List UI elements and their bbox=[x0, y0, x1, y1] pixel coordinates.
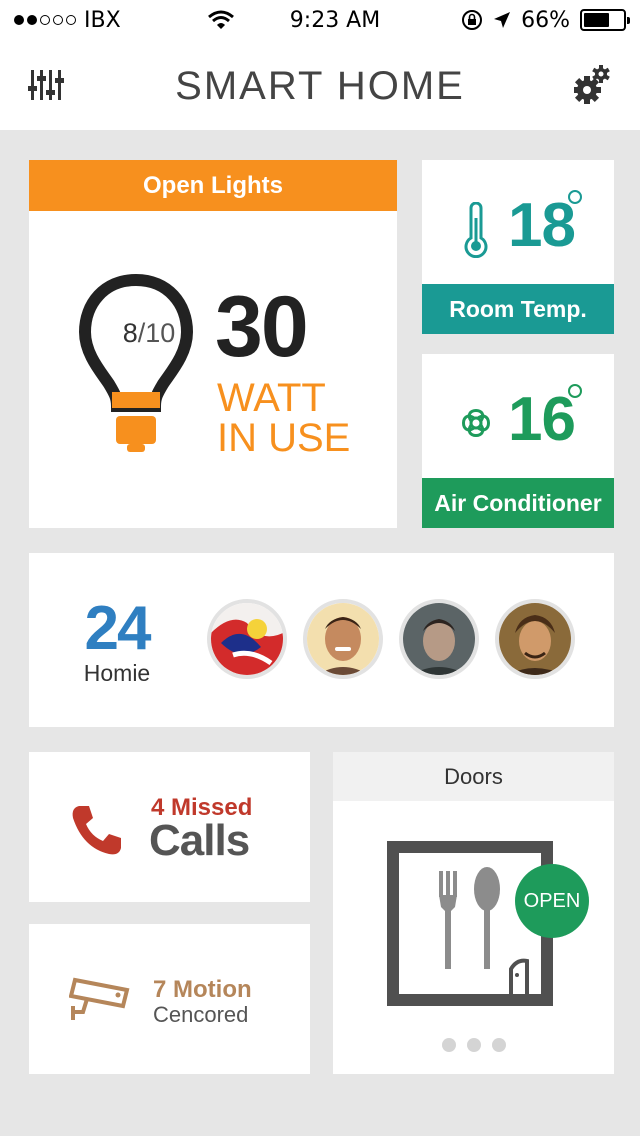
watt-unit-line2: IN USE bbox=[217, 416, 351, 460]
light-ratio: 8/10 bbox=[109, 318, 189, 349]
settings-button[interactable] bbox=[573, 64, 614, 104]
lights-card[interactable]: Open Lights 8/10 30 WATT IN USE bbox=[29, 160, 397, 528]
status-time: 9:23 AM bbox=[289, 7, 381, 33]
lights-total: /10 bbox=[137, 318, 176, 348]
avatar[interactable] bbox=[207, 599, 287, 679]
avatar-image-4 bbox=[499, 603, 571, 675]
security-camera-icon bbox=[69, 977, 130, 1020]
room-temp-card[interactable]: 18 Room Temp. bbox=[422, 160, 614, 334]
homie-count: 24 bbox=[84, 594, 152, 663]
degree-icon bbox=[568, 384, 582, 398]
missed-calls-card[interactable]: 4 Missed Calls bbox=[29, 752, 310, 902]
doors-card[interactable]: Doors OPEN bbox=[333, 752, 614, 1074]
battery-percent: 66% bbox=[521, 7, 570, 33]
avatar-image-1 bbox=[211, 603, 283, 675]
light-bulb-icon bbox=[79, 273, 193, 452]
watt-unit: WATT IN USE bbox=[217, 378, 367, 458]
status-bar: IBX 9:23 AM 66% bbox=[0, 0, 640, 40]
page-indicator[interactable] bbox=[333, 1038, 614, 1052]
page-dot[interactable] bbox=[441, 1038, 456, 1052]
fan-icon bbox=[462, 409, 490, 437]
homie-card[interactable]: 24 Homie bbox=[29, 553, 614, 727]
phone-icon bbox=[72, 806, 121, 855]
air-conditioner-label: Air Conditioner bbox=[422, 478, 614, 528]
motion-label: Cencored bbox=[153, 1002, 249, 1027]
air-conditioner-card[interactable]: 16 Air Conditioner bbox=[422, 354, 614, 528]
page-dot[interactable] bbox=[491, 1038, 506, 1052]
watt-unit-line1: WATT bbox=[217, 376, 326, 420]
avatar[interactable] bbox=[495, 599, 575, 679]
status-left: IBX bbox=[14, 8, 244, 33]
rotation-lock-icon bbox=[462, 10, 483, 30]
avatar-image-3 bbox=[403, 603, 475, 675]
avatar[interactable] bbox=[303, 599, 383, 679]
avatar-image-2 bbox=[307, 603, 379, 675]
page-dot[interactable] bbox=[466, 1038, 481, 1052]
avatar[interactable] bbox=[399, 599, 479, 679]
doors-title: Doors bbox=[333, 752, 614, 801]
lights-card-title: Open Lights bbox=[29, 160, 397, 211]
motion-card[interactable]: 7 Motion Cencored bbox=[29, 924, 310, 1074]
missed-calls-label: Calls bbox=[149, 816, 250, 865]
thermometer-icon bbox=[464, 202, 488, 258]
status-right: 66% bbox=[426, 7, 630, 33]
wifi-icon bbox=[207, 10, 234, 29]
app-header: SMART HOME bbox=[0, 40, 640, 130]
carrier-name: IBX bbox=[84, 7, 121, 33]
air-temp-value: 16 bbox=[508, 385, 576, 454]
motion-count: 7 Motion bbox=[153, 976, 252, 1003]
signal-strength-icon bbox=[14, 15, 76, 25]
degree-icon bbox=[568, 190, 582, 204]
room-temp-label: Room Temp. bbox=[422, 284, 614, 334]
lights-on-count: 8 bbox=[122, 318, 138, 348]
homie-label: Homie bbox=[83, 660, 151, 686]
gear-icon bbox=[573, 65, 610, 104]
page-title: SMART HOME bbox=[175, 64, 465, 108]
watt-value: 30 bbox=[215, 279, 309, 375]
location-arrow-icon bbox=[494, 12, 511, 28]
battery-icon bbox=[580, 9, 630, 31]
room-temp-value: 18 bbox=[508, 191, 576, 260]
fork-spoon-icon bbox=[439, 867, 529, 994]
door-status-badge: OPEN bbox=[515, 864, 589, 938]
